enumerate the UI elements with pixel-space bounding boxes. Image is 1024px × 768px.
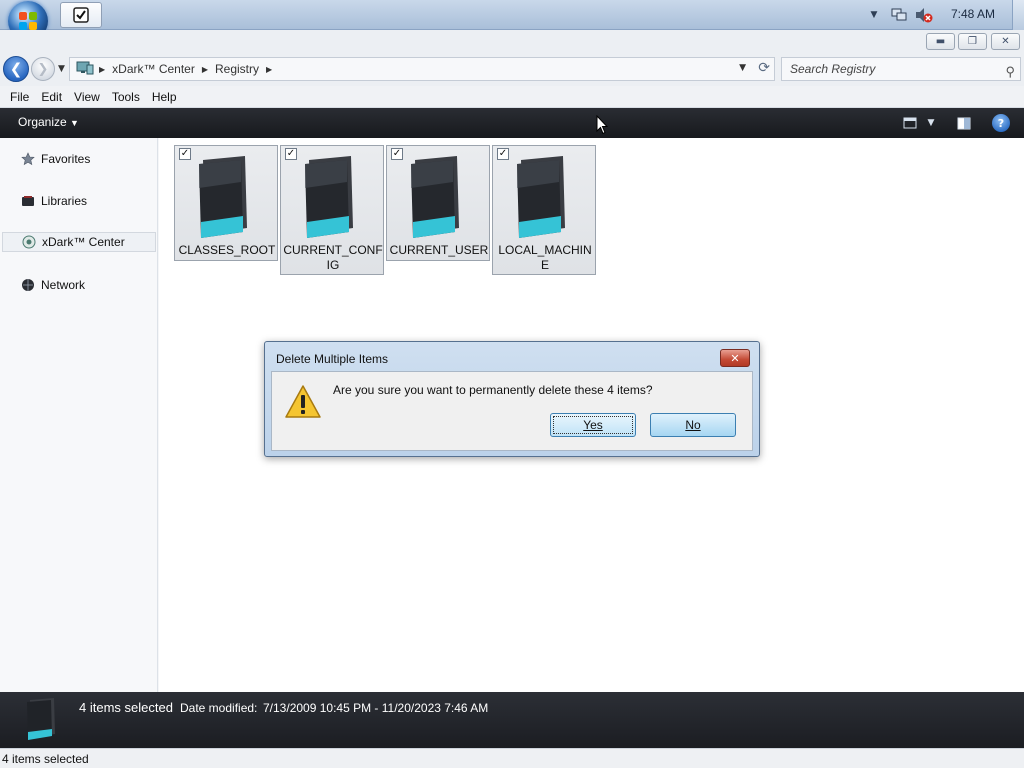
- minimize-button[interactable]: ▬: [926, 33, 955, 50]
- arrow-right-icon: ❯: [37, 61, 49, 77]
- date-modified-label: Date modified:: [180, 701, 258, 715]
- search-input[interactable]: Search Registry ⚲: [781, 57, 1021, 81]
- yes-button[interactable]: Yes: [550, 413, 636, 437]
- no-button[interactable]: No: [650, 413, 736, 437]
- close-icon: ✕: [1001, 36, 1010, 47]
- navigation-pane: Favorites Libraries xDark™ Center Networ…: [0, 138, 158, 692]
- network-icon: [20, 278, 36, 292]
- sidebar-item-xdark-center[interactable]: xDark™ Center: [2, 232, 156, 252]
- forward-button[interactable]: ❯: [31, 57, 55, 81]
- window-caption: ▬ ❐ ✕: [0, 30, 1024, 54]
- back-button[interactable]: ❮: [3, 56, 29, 82]
- selection-checkbox[interactable]: ✓: [497, 148, 509, 160]
- minimize-icon: ▬: [935, 36, 946, 47]
- file-name: CURRENT_USER: [389, 243, 489, 257]
- details-pane: 4 items selected Date modified: 7/13/200…: [0, 692, 1024, 748]
- sidebar-item-label: Favorites: [41, 152, 91, 166]
- breadcrumb-xdark-center[interactable]: xDark™ Center: [108, 62, 199, 76]
- dialog-title: Delete Multiple Items: [276, 352, 389, 366]
- taskbar: ▼ 7:48 AM: [0, 0, 1024, 41]
- file-tile-local-machine[interactable]: ✓ LOCAL_MACHINE: [492, 145, 596, 275]
- folder-icon: [411, 156, 459, 238]
- taskbar-app-button[interactable]: [60, 2, 102, 28]
- command-bar: Organize ▼ ▼ ?: [0, 108, 1024, 138]
- dialog-message: Are you sure you want to permanently del…: [333, 383, 653, 397]
- tray-chevron-icon[interactable]: ▼: [868, 6, 880, 24]
- star-icon: [20, 152, 36, 166]
- file-name: CURRENT_CONFIG: [283, 243, 383, 272]
- restore-icon: ❐: [968, 36, 977, 47]
- menu-tools[interactable]: Tools: [106, 90, 146, 104]
- date-modified-value: 7/13/2009 10:45 PM - 11/20/2023 7:46 AM: [263, 701, 489, 715]
- volume-muted-icon[interactable]: [914, 6, 934, 24]
- close-icon: ✕: [730, 351, 740, 365]
- selection-checkbox[interactable]: ✓: [285, 148, 297, 160]
- library-icon: [20, 194, 36, 208]
- arrow-left-icon: ❮: [9, 60, 23, 78]
- change-view-icon[interactable]: [902, 114, 918, 132]
- breadcrumb-arrow-icon[interactable]: ▶: [199, 65, 211, 74]
- taskbar-clock[interactable]: 7:48 AM: [940, 7, 1006, 21]
- address-bar[interactable]: ▶ xDark™ Center ▶ Registry ▶ ▼ ⟳: [69, 57, 775, 81]
- address-dropdown-icon[interactable]: ▼: [739, 63, 746, 73]
- folder-icon: [27, 698, 55, 740]
- search-placeholder: Search Registry: [790, 62, 876, 76]
- folder-icon: [305, 156, 353, 238]
- sidebar-item-label: Libraries: [41, 194, 88, 208]
- menu-help[interactable]: Help: [146, 90, 183, 104]
- folder-icon: [517, 156, 565, 238]
- file-tile-current-user[interactable]: ✓ CURRENT_USER: [386, 145, 490, 261]
- network-icon[interactable]: [890, 6, 908, 24]
- help-icon[interactable]: ?: [992, 114, 1010, 132]
- organize-button[interactable]: Organize ▼: [18, 115, 79, 129]
- status-text: 4 items selected: [2, 752, 89, 766]
- sidebar-item-label: Network: [41, 278, 86, 292]
- selection-count: 4 items selected: [79, 700, 173, 715]
- xdark-center-icon: [21, 235, 37, 249]
- windows-logo-icon: [19, 12, 37, 30]
- sidebar-item-label: xDark™ Center: [42, 235, 125, 249]
- organize-label: Organize: [18, 115, 67, 129]
- selection-checkbox[interactable]: ✓: [391, 148, 403, 160]
- breadcrumb-arrow-icon[interactable]: ▶: [96, 65, 108, 74]
- file-name: CLASSES_ROOT: [178, 243, 276, 257]
- warning-icon: [285, 385, 321, 418]
- close-window-button[interactable]: ✕: [991, 33, 1020, 50]
- menu-edit[interactable]: Edit: [35, 90, 68, 104]
- mouse-cursor-icon: [596, 115, 608, 135]
- delete-confirm-dialog: Delete Multiple Items ✕ Are you sure you…: [264, 341, 760, 457]
- file-tile-classes-root[interactable]: ✓ CLASSES_ROOT: [174, 145, 278, 261]
- computer-icon: [70, 61, 96, 78]
- file-tile-current-config[interactable]: ✓ CURRENT_CONFIG: [280, 145, 384, 275]
- selection-checkbox[interactable]: ✓: [179, 148, 191, 160]
- view-options-chevron-icon[interactable]: ▼: [924, 114, 938, 132]
- dialog-close-button[interactable]: ✕: [720, 349, 750, 367]
- dialog-body: Are you sure you want to permanently del…: [271, 371, 753, 451]
- search-icon[interactable]: ⚲: [1005, 61, 1015, 83]
- navigation-bar: ❮ ❯ ▼ ▶ xDark™ Center ▶ Registry ▶ ▼ ⟳ S…: [0, 54, 1024, 86]
- folder-icon: [199, 156, 247, 238]
- status-bar: 4 items selected: [0, 748, 1024, 768]
- menu-bar: File Edit View Tools Help: [0, 86, 1024, 108]
- file-name: LOCAL_MACHINE: [498, 243, 592, 272]
- preview-pane-icon[interactable]: [956, 114, 972, 132]
- refresh-icon[interactable]: ⟳: [758, 60, 770, 76]
- breadcrumb-arrow-icon[interactable]: ▶: [263, 65, 275, 74]
- recent-pages-button[interactable]: ▼: [58, 64, 65, 74]
- restore-button[interactable]: ❐: [958, 33, 987, 50]
- show-desktop-button[interactable]: [1012, 0, 1024, 30]
- chevron-down-icon: ▼: [70, 118, 79, 128]
- sidebar-item-favorites[interactable]: Favorites: [2, 149, 156, 169]
- menu-file[interactable]: File: [4, 90, 35, 104]
- menu-view[interactable]: View: [68, 90, 106, 104]
- sidebar-item-network[interactable]: Network: [2, 275, 156, 295]
- breadcrumb-registry[interactable]: Registry: [211, 62, 263, 76]
- sidebar-item-libraries[interactable]: Libraries: [2, 191, 156, 211]
- checkbox-icon: [73, 7, 89, 23]
